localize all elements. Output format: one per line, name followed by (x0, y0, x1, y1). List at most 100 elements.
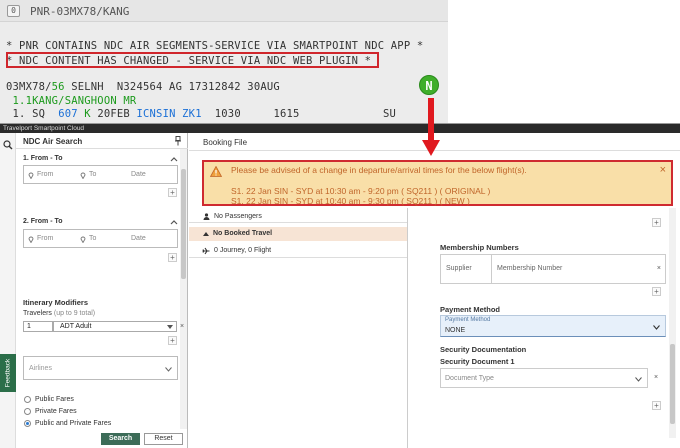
security-document-1-title: Security Document 1 (440, 357, 515, 366)
left-rail: Feedback (0, 133, 16, 448)
add-document-button[interactable]: + (652, 401, 661, 410)
segment-2-row: From To Date (23, 229, 178, 248)
membership-number-field[interactable]: Membership Number (492, 255, 652, 283)
terminal-line-ndc-segments: * PNR CONTAINS NDC AIR SEGMENTS-SERVICE … (6, 40, 424, 52)
banner-original-segment: S1. 22 Jan SIN - SYD at 10:30 am - 9:20 … (231, 186, 491, 196)
document-type-select[interactable]: Document Type (440, 368, 648, 388)
app-title: Travelport Smartpoint Cloud (3, 125, 85, 132)
remove-traveler-button[interactable]: × (180, 323, 184, 330)
warning-icon (210, 166, 222, 177)
remove-membership-button[interactable]: × (657, 265, 661, 272)
segment-1-to[interactable]: To (89, 171, 96, 178)
scrollbar-thumb[interactable] (181, 169, 186, 279)
segment-2-to[interactable]: To (89, 235, 96, 242)
journey-row[interactable]: 0 Journey, 0 Flight (189, 244, 407, 258)
pnr-version: 56 (51, 81, 65, 93)
remove-document-button[interactable]: × (654, 374, 658, 381)
chevron-down-icon (167, 325, 173, 329)
airlines-select[interactable]: Airlines (23, 356, 178, 380)
traveler-type-select[interactable]: ADT Adult (53, 321, 177, 332)
search-panel-header: NDC Air Search (16, 133, 188, 149)
banner-new-segment: S1. 22 Jan SIN - SYD at 10:40 am - 9:30 … (231, 196, 470, 206)
segment-2-from[interactable]: From (37, 235, 53, 242)
booked-travel-text: No Booked Travel (213, 230, 273, 237)
arrow-down-icon (422, 98, 440, 156)
reset-button[interactable]: Reset (144, 433, 183, 445)
payment-method-value: NONE (445, 327, 466, 334)
scrollbar-thumb[interactable] (670, 344, 675, 424)
travelers-hint: (up to 9 total) (53, 310, 96, 317)
security-documentation-title: Security Documentation (440, 345, 527, 354)
search-icon[interactable] (3, 140, 13, 150)
location-pin-icon (28, 236, 34, 243)
booked-travel-row[interactable]: No Booked Travel (189, 227, 407, 241)
chevron-down-icon (165, 367, 172, 372)
column-divider (407, 208, 408, 448)
segment-1-label: 1. From - To (23, 155, 63, 162)
search-button[interactable]: Search (101, 433, 140, 445)
smartpoint-cloud-app: Travelport Smartpoint Cloud Feedback NDC… (0, 123, 680, 448)
segment-2-label: 2. From - To (23, 218, 63, 225)
location-pin-icon (28, 172, 34, 179)
radio-label-private-fares: Private Fares (35, 408, 77, 415)
journey-text: 0 Journey, 0 Flight (214, 247, 272, 254)
passengers-row[interactable]: No Passengers (189, 210, 407, 223)
chevron-up-icon[interactable] (170, 219, 178, 225)
app-titlebar: Travelport Smartpoint Cloud (0, 124, 680, 133)
membership-table: Supplier Membership Number × (440, 254, 666, 284)
seg-su: SU (383, 108, 397, 120)
segment-1-row: From To Date (23, 165, 178, 184)
seg-route: ICNSIN (136, 108, 176, 120)
ndc-air-search-panel: NDC Air Search 1. From - To From To Date… (16, 133, 188, 448)
chevron-up-icon (203, 232, 209, 236)
booking-file-title: Booking File (203, 138, 248, 147)
search-panel-scrollbar[interactable] (180, 149, 187, 429)
booking-scrollbar[interactable] (669, 208, 676, 438)
payment-method-title: Payment Method (440, 305, 501, 314)
segment-2-date[interactable]: Date (131, 235, 146, 242)
segment-1-date[interactable]: Date (131, 171, 146, 178)
terminal-line-segment: 1. SQ 607 K 20FEB ICNSIN ZK1 1030 1615 SU (6, 108, 396, 120)
feedback-label: Feedback (4, 358, 12, 388)
seg-number: 1. SQ (6, 108, 59, 120)
add-segment-button[interactable]: + (168, 188, 177, 197)
seg-class: K (77, 108, 98, 120)
highlight-box (6, 52, 379, 68)
radio-public-fares[interactable] (24, 396, 31, 403)
feedback-tab[interactable]: Feedback (0, 354, 16, 392)
radio-label-public-private-fares: Public and Private Fares (35, 420, 112, 427)
segment-1-from[interactable]: From (37, 171, 53, 178)
booking-right-column: + Membership Numbers Supplier Membership… (436, 208, 666, 448)
chevron-down-icon (635, 377, 642, 382)
traveler-quantity-input[interactable]: 1 (23, 321, 53, 332)
itinerary-modifiers-label: Itinerary Modifiers (23, 298, 89, 307)
pnr-code: 03MX78/ (6, 81, 52, 93)
pin-icon[interactable] (174, 136, 182, 146)
payment-method-select[interactable]: Payment Method NONE (440, 315, 666, 337)
add-segment-button[interactable]: + (168, 253, 177, 262)
tab-title: PNR-03MX78/KANG (30, 5, 130, 18)
booking-left-column: No Passengers No Booked Travel 0 Journey… (189, 208, 407, 448)
payment-method-label: Payment Method (445, 317, 491, 323)
search-panel-title: NDC Air Search (23, 137, 83, 146)
banner-close-button[interactable]: × (660, 164, 666, 176)
chevron-up-icon[interactable] (170, 156, 178, 162)
person-icon (203, 213, 210, 220)
airplane-icon (202, 247, 210, 255)
booking-file-panel: Booking File Please be advised of a chan… (189, 133, 680, 448)
travelers-label: Travelers (up to 9 total) (23, 310, 95, 317)
supplier-field[interactable]: Supplier (441, 255, 492, 283)
ndc-app-badge[interactable]: N (419, 75, 439, 95)
travelers-text: Travelers (23, 310, 52, 317)
radio-public-private-fares[interactable] (24, 420, 31, 427)
banner-message: Please be advised of a change in departu… (231, 165, 527, 175)
add-membership-button[interactable]: + (652, 287, 661, 296)
add-traveler-button[interactable]: + (168, 336, 177, 345)
radio-private-fares[interactable] (24, 408, 31, 415)
add-item-button[interactable]: + (652, 218, 661, 227)
tab-badge: 0 (7, 5, 20, 17)
terminal-tab[interactable]: 0 PNR-03MX78/KANG (0, 0, 448, 22)
terminal-line-pnr: 03MX78/56 SELNH N324564 AG 17312842 30AU… (6, 81, 280, 93)
terminal-window: 0 PNR-03MX78/KANG * PNR CONTAINS NDC AIR… (0, 0, 448, 123)
traveler-type-value: ADT Adult (60, 323, 92, 330)
